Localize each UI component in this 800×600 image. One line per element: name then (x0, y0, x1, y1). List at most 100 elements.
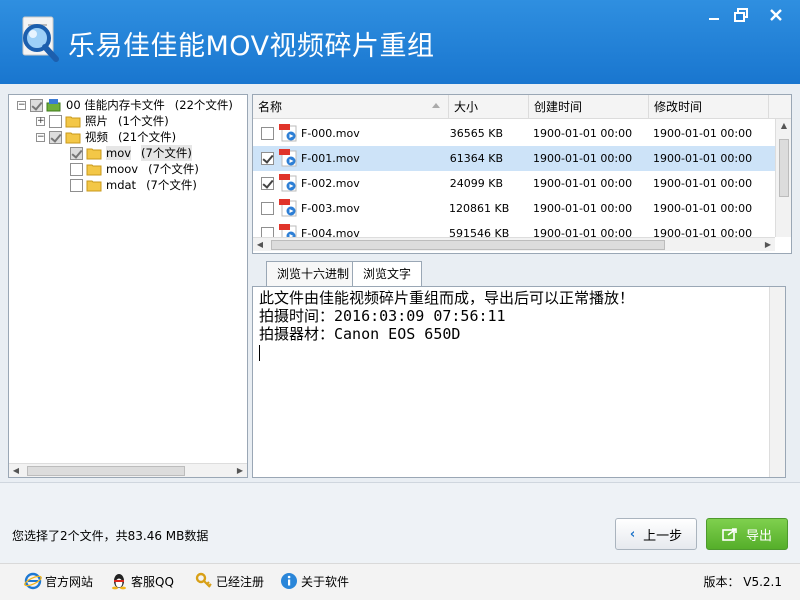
folder-icon (65, 132, 81, 144)
folder-icon (86, 148, 102, 160)
expand-toggle[interactable]: + (36, 116, 45, 126)
scroll-right-icon[interactable]: ▶ (235, 466, 245, 476)
scroll-left-icon[interactable]: ◀ (255, 240, 265, 250)
tree-item-label: moov (106, 162, 139, 176)
text-caret (259, 344, 260, 361)
tree-item-mov[interactable]: mov (7个文件) (70, 145, 192, 161)
tree-checkbox[interactable] (30, 98, 43, 112)
scroll-thumb[interactable] (271, 240, 665, 250)
tree-checkbox[interactable] (70, 162, 83, 176)
memory-card-icon (46, 99, 61, 112)
tree-item-count: (7个文件) (146, 178, 197, 192)
folder-tree[interactable]: − 00 佳能内存卡文件 (22个文件) + 照片 (1个文件) − 视频 (2… (8, 94, 248, 478)
modified-time: 1900-01-01 00:00 (653, 152, 753, 165)
table-row[interactable]: F-002.mov 24099 KB 1900-01-01 00:00 1900-01… (253, 171, 775, 196)
tree-checkbox[interactable] (49, 114, 62, 128)
tree-item-mdat[interactable]: mdat (7个文件) (70, 177, 197, 193)
preview-line: 此文件由佳能视频碎片重组而成，导出后可以正常播放！ (259, 289, 635, 307)
tree-checkbox[interactable] (70, 146, 83, 160)
app-title: 乐易佳佳能MOV视频碎片重组 (68, 31, 435, 62)
website-link[interactable]: 官方网站 (24, 572, 93, 590)
tree-horizontal-scrollbar[interactable]: ◀ ▶ (9, 463, 247, 477)
sort-ascending-icon (432, 103, 440, 108)
export-button[interactable]: 导出 (706, 518, 788, 550)
row-checkbox[interactable] (261, 202, 274, 215)
modified-time: 1900-01-01 00:00 (653, 177, 753, 190)
about-link[interactable]: 关于软件 (280, 572, 349, 590)
column-name[interactable]: 名称 (253, 95, 449, 119)
maximize-button[interactable] (727, 4, 755, 26)
selection-status: 您选择了2个文件，共83.46 MB数据 (12, 529, 209, 543)
folder-icon (65, 116, 81, 128)
tree-item-label: 视频 (85, 130, 108, 144)
file-list-header: 名称 大小 创建时间 修改时间 (253, 95, 791, 119)
text-preview[interactable]: 此文件由佳能视频碎片重组而成，导出后可以正常播放！ 拍摄时间：2016:03:0… (252, 286, 786, 478)
tree-checkbox[interactable] (49, 130, 62, 144)
column-modified[interactable]: 修改时间 (649, 95, 769, 119)
minimize-button[interactable] (700, 4, 728, 26)
table-row[interactable]: F-000.mov 36565 KB 1900-01-01 00:00 1900-01… (253, 121, 775, 146)
tree-item-label: 照片 (85, 114, 108, 128)
tree-checkbox[interactable] (70, 178, 83, 192)
scroll-up-icon[interactable]: ▲ (779, 121, 789, 131)
modified-time: 1900-01-01 00:00 (653, 202, 753, 215)
tab-text-view[interactable]: 浏览文字 (352, 261, 423, 288)
file-list[interactable]: 名称 大小 创建时间 修改时间 F-000.mov 36565 KB 1900-01… (252, 94, 792, 254)
magnifier-logo-icon (22, 16, 59, 62)
file-size: 120861 KB (449, 202, 510, 215)
collapse-toggle[interactable]: − (36, 132, 45, 142)
info-icon (281, 573, 297, 589)
created-time: 1900-01-01 00:00 (533, 127, 633, 140)
row-checkbox[interactable] (261, 152, 274, 165)
column-created[interactable]: 创建时间 (529, 95, 649, 119)
preview-line: 拍摄时间：2016:03:09 07:56:11 (259, 307, 506, 325)
tree-item-label: 00 佳能内存卡文件 (66, 98, 165, 112)
preview-vertical-scrollbar[interactable] (769, 287, 785, 477)
back-button[interactable]: ‹ 上一步 (615, 518, 697, 550)
close-button[interactable] (762, 4, 790, 26)
restore-icon (734, 8, 748, 22)
folder-icon (86, 180, 102, 192)
file-name: F-001.mov (301, 152, 360, 165)
tree-item-label: mdat (106, 178, 137, 192)
scroll-thumb[interactable] (779, 139, 789, 197)
created-time: 1900-01-01 00:00 (533, 202, 633, 215)
scroll-right-icon[interactable]: ▶ (763, 240, 773, 250)
collapse-toggle[interactable]: − (17, 100, 26, 110)
tab-hex-view[interactable]: 浏览十六进制 (266, 261, 361, 287)
row-checkbox[interactable] (261, 127, 274, 140)
key-icon (195, 572, 212, 588)
table-row[interactable]: F-001.mov 61364 KB 1900-01-01 00:00 1900-01… (253, 146, 775, 171)
file-list-vertical-scrollbar[interactable]: ▲ (775, 119, 791, 237)
row-checkbox[interactable] (261, 177, 274, 190)
file-size: 36565 KB (449, 127, 503, 140)
modified-time: 1900-01-01 00:00 (653, 127, 753, 140)
chevron-left-icon: ‹ (629, 526, 636, 542)
table-row[interactable]: F-003.mov 120861 KB 1900-01-01 00:00 1900-0… (253, 196, 775, 221)
column-size[interactable]: 大小 (449, 95, 529, 119)
preview-line: 拍摄器材：Canon EOS 650D (259, 325, 461, 343)
mov-file-icon (279, 149, 297, 167)
tree-item-count: (1个文件) (118, 114, 169, 128)
mov-file-icon (279, 199, 297, 217)
version-label: 版本： V5.2.1 (703, 575, 782, 589)
tree-item-videos[interactable]: − 视频 (21个文件) (36, 129, 176, 145)
file-list-horizontal-scrollbar[interactable]: ◀ ▶ (253, 237, 775, 251)
scroll-left-icon[interactable]: ◀ (11, 466, 21, 476)
folder-icon (86, 164, 102, 176)
minimize-icon (709, 18, 719, 20)
title-bar: 乐易佳佳能MOV视频碎片重组 (0, 0, 800, 84)
file-name: F-003.mov (301, 202, 360, 215)
qq-penguin-icon (112, 574, 126, 590)
tree-item-count: (22个文件) (174, 98, 233, 112)
tree-item-root[interactable]: − 00 佳能内存卡文件 (22个文件) (17, 97, 233, 113)
file-name: F-000.mov (301, 127, 360, 140)
browser-icon (24, 572, 42, 590)
tree-item-photos[interactable]: + 照片 (1个文件) (36, 113, 169, 129)
support-qq-link[interactable]: 客服QQ (110, 572, 174, 590)
scroll-thumb[interactable] (27, 466, 185, 476)
registered-link[interactable]: 已经注册 (195, 572, 264, 590)
tree-item-count: (7个文件) (148, 162, 199, 176)
export-icon (722, 528, 737, 541)
tree-item-moov[interactable]: moov (7个文件) (70, 161, 199, 177)
